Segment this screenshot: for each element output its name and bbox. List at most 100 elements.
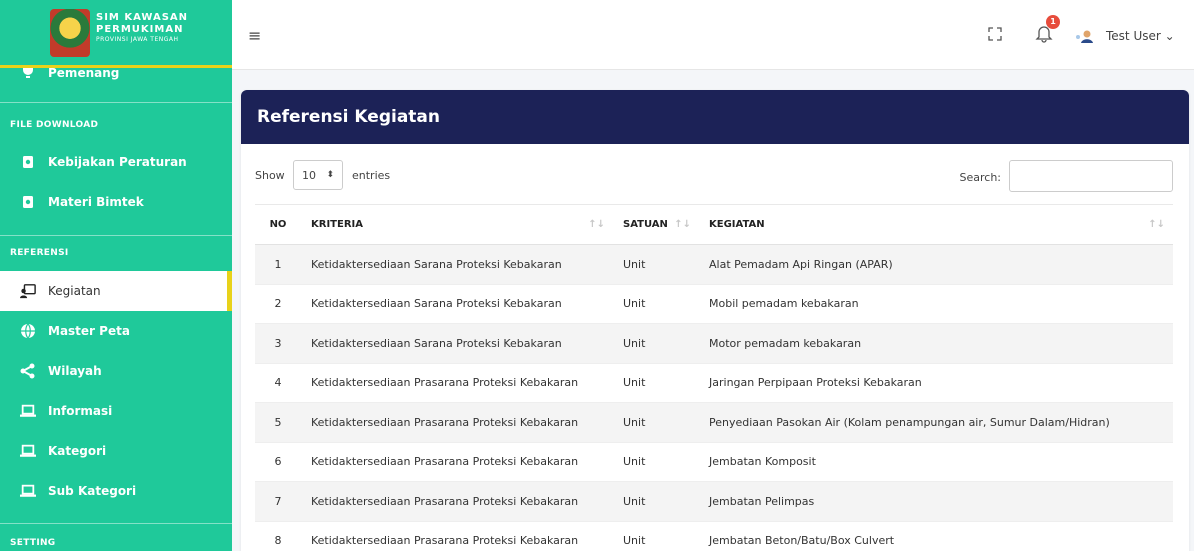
fullscreen-icon[interactable] [988, 26, 1002, 41]
brand-underline [0, 57, 232, 68]
laptop-icon [20, 483, 36, 499]
sort-icon: ↑↓ [674, 219, 691, 230]
table-row[interactable]: 7 Ketidaktersediaan Prasarana Proteksi K… [255, 481, 1173, 522]
cell-kriteria: Ketidaktersediaan Prasarana Proteksi Keb… [301, 402, 613, 443]
sidebar-item-label: Kegiatan [48, 284, 101, 298]
column-header-kriteria[interactable]: KRITERIA ↑↓ [301, 204, 613, 245]
divider [0, 523, 232, 524]
cell-no: 4 [255, 363, 301, 403]
sidebar-item-label: Sub Kategori [48, 484, 137, 498]
column-header-satuan[interactable]: SATUAN ↑↓ [613, 204, 699, 245]
entries-select-value: 10 [302, 168, 316, 182]
cell-kriteria: Ketidaktersediaan Sarana Proteksi Kebaka… [301, 284, 613, 324]
table-row[interactable]: 1 Ketidaktersediaan Sarana Proteksi Keba… [255, 244, 1173, 285]
sidebar-item-label: Informasi [48, 404, 113, 418]
cell-no: 1 [255, 244, 301, 285]
cell-kegiatan: Jembatan Beton/Batu/Box Culvert [699, 521, 1173, 551]
brand-title-line1: SIM KAWASAN [96, 12, 189, 23]
table-row[interactable]: 4 Ketidaktersediaan Prasarana Proteksi K… [255, 363, 1173, 403]
show-label: Show [255, 169, 285, 182]
cell-kegiatan: Penyediaan Pasokan Air (Kolam penampunga… [699, 402, 1173, 443]
cell-no: 3 [255, 323, 301, 364]
cell-satuan: Unit [613, 402, 699, 443]
cell-kriteria: Ketidaktersediaan Prasarana Proteksi Keb… [301, 521, 613, 551]
sort-icon: ↑↓ [1148, 219, 1165, 230]
brand-subtitle: PROVINSI JAWA TENGAH [96, 36, 179, 43]
kegiatan-card: Referensi Kegiatan Show 10 ⬍ entries Sea… [241, 90, 1189, 551]
presentation-icon [20, 283, 36, 299]
table-header-row: NO KRITERIA ↑↓ SATUAN ↑↓ KEGIATAN ↑↓ [255, 204, 1173, 245]
page-title: Referensi Kegiatan [257, 107, 440, 127]
topbar: ≡ 1 Test User ⌄ [232, 0, 1194, 70]
divider [0, 102, 232, 103]
card-header: Referensi Kegiatan [241, 90, 1189, 144]
cell-kriteria: Ketidaktersediaan Prasarana Proteksi Keb… [301, 481, 613, 522]
cell-satuan: Unit [613, 521, 699, 551]
cell-no: 5 [255, 402, 301, 443]
sidebar-item-kategori[interactable]: Kategori [0, 431, 232, 471]
cell-kegiatan: Jembatan Komposit [699, 442, 1173, 482]
province-logo [50, 9, 90, 57]
sidebar: SIM KAWASAN PERMUKIMAN PROVINSI JAWA TEN… [0, 0, 232, 551]
sidebar-item-master-peta[interactable]: Master Peta [0, 311, 232, 351]
cell-no: 2 [255, 284, 301, 324]
cell-satuan: Unit [613, 244, 699, 285]
sidebar-item-label: Materi Bimtek [48, 195, 144, 209]
column-header-kegiatan[interactable]: KEGIATAN ↑↓ [699, 204, 1173, 245]
table-row[interactable]: 6 Ketidaktersediaan Prasarana Proteksi K… [255, 442, 1173, 482]
cell-satuan: Unit [613, 284, 699, 324]
search-label: Search: [959, 171, 1002, 184]
section-setting: SETTING [10, 538, 56, 548]
cell-satuan: Unit [613, 481, 699, 522]
cell-satuan: Unit [613, 323, 699, 364]
table-controls: Show 10 ⬍ entries Search: [255, 160, 1173, 192]
share-icon [20, 363, 36, 379]
cell-no: 8 [255, 521, 301, 551]
section-referensi: REFERENSI [10, 248, 69, 258]
sidebar-item-label: Kebijakan Peraturan [48, 155, 187, 169]
document-icon [20, 194, 36, 210]
sidebar-item-informasi[interactable]: Informasi [0, 391, 232, 431]
sidebar-item-label: Kategori [48, 444, 107, 458]
entries-select[interactable]: 10 ⬍ [293, 160, 343, 190]
sidebar-item-sub-kategori[interactable]: Sub Kategori [0, 471, 232, 511]
notification-badge: 1 [1046, 15, 1060, 29]
sidebar-item-wilayah[interactable]: Wilayah [0, 351, 232, 391]
sort-icon: ↑↓ [588, 219, 605, 230]
table-row[interactable]: 3 Ketidaktersediaan Sarana Proteksi Keba… [255, 323, 1173, 364]
cell-kriteria: Ketidaktersediaan Prasarana Proteksi Keb… [301, 442, 613, 482]
column-header-no[interactable]: NO [255, 204, 301, 245]
cell-satuan: Unit [613, 442, 699, 482]
sidebar-item-kegiatan[interactable]: Kegiatan [0, 271, 232, 311]
table-row[interactable]: 2 Ketidaktersediaan Sarana Proteksi Keba… [255, 284, 1173, 324]
globe-icon [20, 323, 36, 339]
sidebar-item-kebijakan-peraturan[interactable]: Kebijakan Peraturan [0, 142, 232, 182]
sidebar-item-label: Pemenang [48, 66, 120, 80]
hamburger-menu-icon[interactable]: ≡ [248, 26, 261, 45]
brand-title-line2: PERMUKIMAN [96, 24, 184, 35]
kegiatan-table: NO KRITERIA ↑↓ SATUAN ↑↓ KEGIATAN ↑↓ 1 Keti… [255, 204, 1173, 551]
table-row[interactable]: 8 Ketidaktersediaan Prasarana Proteksi K… [255, 521, 1173, 551]
section-file-download: FILE DOWNLOAD [10, 120, 99, 130]
avatar[interactable] [1074, 28, 1096, 43]
cell-kriteria: Ketidaktersediaan Sarana Proteksi Kebaka… [301, 323, 613, 364]
search-input[interactable] [1009, 160, 1173, 192]
cell-no: 6 [255, 442, 301, 482]
document-icon [20, 154, 36, 170]
cell-kriteria: Ketidaktersediaan Prasarana Proteksi Keb… [301, 363, 613, 403]
cell-kegiatan: Jembatan Pelimpas [699, 481, 1173, 522]
brand-text: SIM KAWASAN PERMUKIMAN PROVINSI JAWA TEN… [96, 12, 188, 44]
cell-kegiatan: Alat Pemadam Api Ringan (APAR) [699, 244, 1173, 285]
cell-kriteria: Ketidaktersediaan Sarana Proteksi Kebaka… [301, 244, 613, 285]
cell-kegiatan: Mobil pemadam kebakaran [699, 284, 1173, 324]
sidebar-item-label: Wilayah [48, 364, 102, 378]
table-row[interactable]: 5 Ketidaktersediaan Prasarana Proteksi K… [255, 402, 1173, 443]
entries-label: entries [352, 169, 391, 182]
laptop-icon [20, 403, 36, 419]
user-menu[interactable]: Test User ⌄ [1106, 29, 1175, 43]
sidebar-item-materi-bimtek[interactable]: Materi Bimtek [0, 182, 232, 222]
updown-icon: ⬍ [326, 170, 334, 180]
divider [0, 235, 232, 236]
cell-no: 7 [255, 481, 301, 522]
cell-kegiatan: Jaringan Perpipaan Proteksi Kebakaran [699, 363, 1173, 403]
